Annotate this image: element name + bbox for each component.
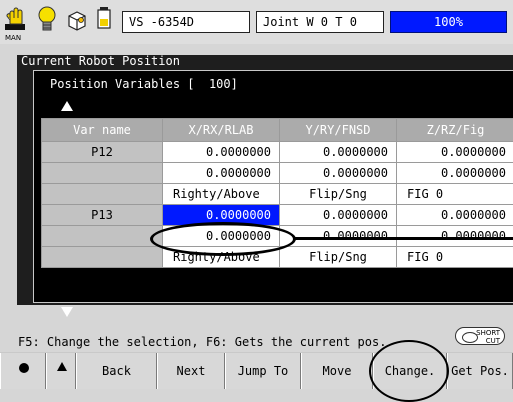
current-robot-position-title: Current Robot Position [21, 54, 180, 68]
callout-ellipse-change-button [369, 340, 449, 402]
ry-value-cell[interactable]: 0.0000000 [280, 226, 397, 247]
table-row: 0.0000000 0.0000000 0.0000000 [42, 163, 513, 184]
fnsd-value-cell[interactable]: Flip/Sng [280, 184, 397, 205]
x-value-cell[interactable]: 0.0000000 [163, 142, 280, 163]
jump-to-button[interactable]: Jump To [225, 353, 301, 389]
get-pos-button[interactable]: Get Pos. [447, 353, 513, 389]
light-bulb-icon[interactable] [34, 4, 62, 36]
table-header-row: Var name X/RX/RLAB Y/RY/FNSD Z/RZ/Fig [42, 119, 513, 142]
next-button[interactable]: Next [157, 353, 225, 389]
up-triangle-icon [57, 362, 67, 371]
robot-model-field: VS -6354D [122, 11, 250, 33]
rz-value-cell[interactable]: 0.0000000 [397, 226, 513, 247]
callout-ellipse-selected-cell [150, 222, 296, 256]
table-row: P12 0.0000000 0.0000000 0.0000000 [42, 142, 513, 163]
workpiece-box-icon[interactable] [64, 4, 92, 36]
column-header-y: Y/RY/FNSD [280, 119, 397, 142]
column-header-z: Z/RZ/Fig [397, 119, 513, 142]
var-name-cell [42, 226, 163, 247]
rz-value-cell[interactable]: 0.0000000 [397, 163, 513, 184]
var-name-cell [42, 163, 163, 184]
var-name-cell[interactable]: P13 [42, 205, 163, 226]
fig-value-cell[interactable]: FIG 0 [397, 247, 513, 268]
scroll-up-arrow-icon[interactable] [61, 101, 73, 111]
speed-override[interactable]: 100% [390, 11, 507, 33]
var-name-cell[interactable]: P12 [42, 142, 163, 163]
rx-value-cell[interactable]: 0.0000000 [163, 163, 280, 184]
rlab-value-cell[interactable]: Righty/Above [163, 184, 280, 205]
scroll-down-arrow-icon[interactable] [61, 307, 73, 317]
move-button[interactable]: Move [301, 353, 373, 389]
fig-value-cell[interactable]: FIG 0 [397, 184, 513, 205]
hint-text: F5: Change the selection, F6: Gets the c… [18, 335, 386, 349]
ry-value-cell[interactable]: 0.0000000 [280, 163, 397, 184]
var-name-cell [42, 184, 163, 205]
mode-label: MAN [5, 34, 21, 42]
manual-mode-hand-icon[interactable]: MAN [2, 4, 30, 36]
callout-line [294, 237, 513, 240]
z-value-cell[interactable]: 0.0000000 [397, 142, 513, 163]
fnsd-value-cell[interactable]: Flip/Sng [280, 247, 397, 268]
column-header-var-name: Var name [42, 119, 163, 142]
shortcut-button[interactable]: SHORT CUT [455, 327, 505, 345]
z-value-cell[interactable]: 0.0000000 [397, 205, 513, 226]
table-row: P13 0.0000000 0.0000000 0.0000000 [42, 205, 513, 226]
table-row: Righty/Above Flip/Sng FIG 0 [42, 184, 513, 205]
page-up-button[interactable] [46, 353, 76, 389]
status-bar: MAN VS -6354D Joint W 0 T 0 100% [0, 0, 513, 44]
back-button[interactable]: Back [76, 353, 157, 389]
y-value-cell[interactable]: 0.0000000 [280, 142, 397, 163]
record-button[interactable] [0, 353, 46, 389]
shortcut-icon [462, 332, 478, 343]
column-header-x: X/RX/RLAB [163, 119, 280, 142]
dialog-title: Position Variables [ 100] [50, 77, 238, 91]
joint-mode-field[interactable]: Joint W 0 T 0 [256, 11, 384, 33]
battery-icon[interactable] [92, 4, 120, 36]
y-value-cell[interactable]: 0.0000000 [280, 205, 397, 226]
record-dot-icon [19, 363, 29, 373]
var-name-cell [42, 247, 163, 268]
